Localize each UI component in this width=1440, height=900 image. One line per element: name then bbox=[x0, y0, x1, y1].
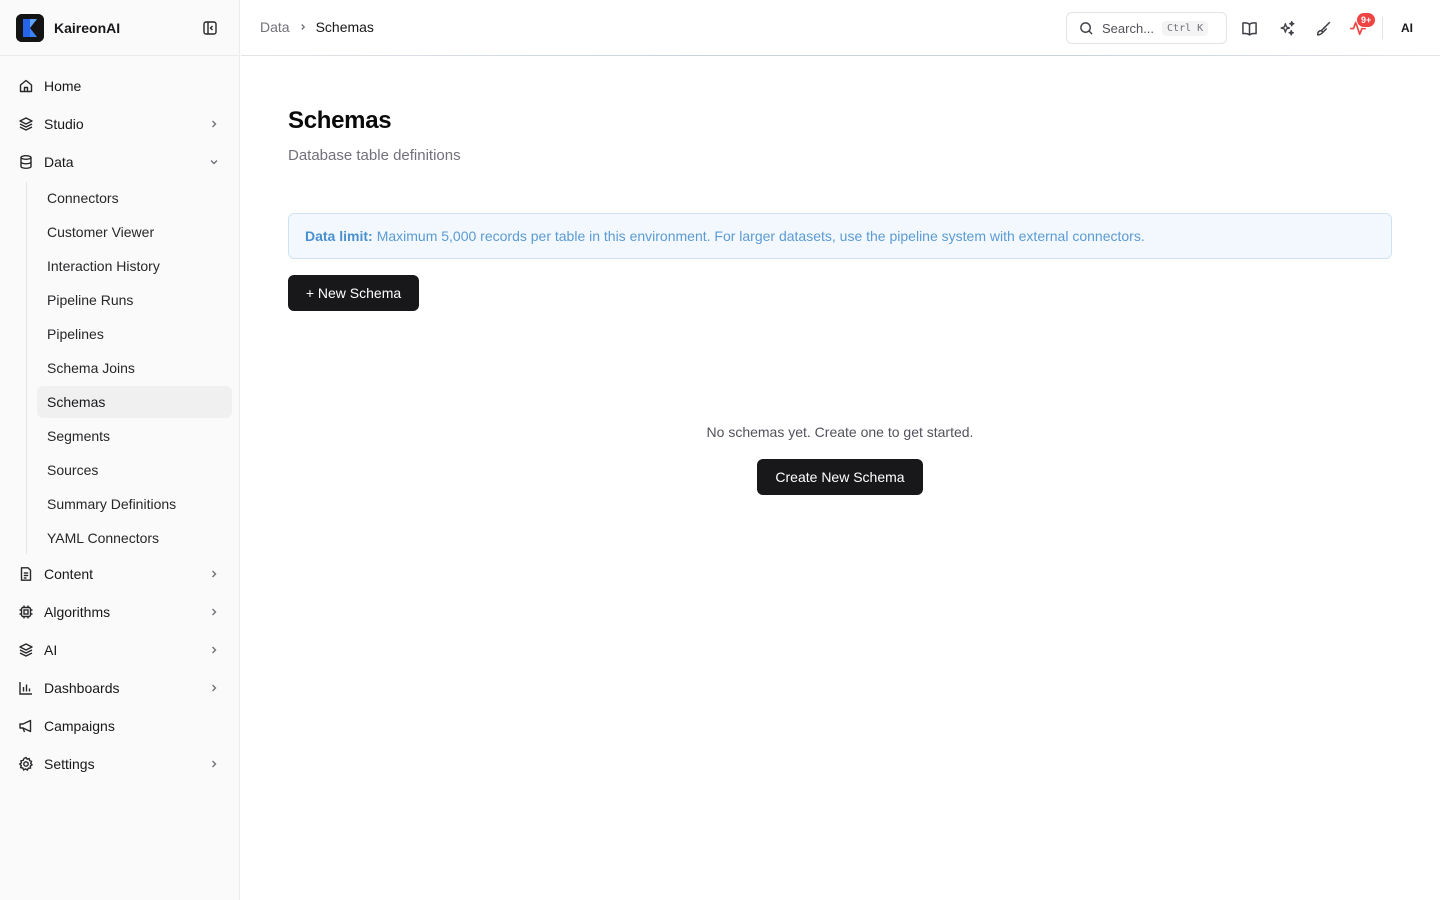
ai-assistant-button[interactable]: AI bbox=[1396, 18, 1418, 38]
breadcrumb-current: Schemas bbox=[315, 19, 374, 35]
chevron-right-icon bbox=[206, 604, 222, 620]
sidebar-item-algorithms[interactable]: Algorithms bbox=[8, 596, 232, 628]
sidebar-item-dashboards[interactable]: Dashboards bbox=[8, 672, 232, 704]
sidebar-item-studio[interactable]: Studio bbox=[8, 108, 232, 140]
new-schema-button[interactable]: + New Schema bbox=[288, 275, 419, 311]
banner-label: Data limit: bbox=[305, 228, 373, 244]
chevron-right-icon bbox=[206, 642, 222, 658]
sidebar-collapse-icon[interactable] bbox=[200, 18, 220, 38]
header-divider bbox=[1382, 17, 1383, 39]
cpu-icon bbox=[18, 604, 34, 620]
notification-count-badge: 9+ bbox=[1356, 12, 1377, 28]
sparkles-icon[interactable] bbox=[1277, 18, 1297, 38]
sidebar-item-ai[interactable]: AI bbox=[8, 634, 232, 666]
sidebar-subitem-pipeline-runs[interactable]: Pipeline Runs bbox=[37, 284, 232, 316]
chevron-right-icon bbox=[206, 680, 222, 696]
sidebar-item-label: Campaigns bbox=[44, 718, 115, 734]
layers-icon bbox=[18, 116, 34, 132]
page-title: Schemas bbox=[288, 107, 392, 134]
sidebar-subitem-customer-viewer[interactable]: Customer Viewer bbox=[37, 216, 232, 248]
home-icon bbox=[18, 78, 34, 94]
sidebar-subitem-summary-definitions[interactable]: Summary Definitions bbox=[37, 488, 232, 520]
chevron-right-icon bbox=[298, 22, 308, 32]
book-open-icon[interactable] bbox=[1239, 18, 1259, 38]
create-new-schema-button[interactable]: Create New Schema bbox=[757, 459, 923, 495]
search-input[interactable]: Search... Ctrl K bbox=[1066, 12, 1227, 44]
file-text-icon bbox=[18, 566, 34, 582]
app-name: KaireonAI bbox=[54, 20, 121, 36]
paintbrush-icon[interactable] bbox=[1313, 18, 1333, 38]
sidebar-item-data[interactable]: Data bbox=[8, 146, 232, 178]
gear-icon bbox=[18, 756, 34, 772]
shortcut-key-ctrl: Ctrl bbox=[1167, 22, 1192, 34]
sidebar-item-home[interactable]: Home bbox=[8, 70, 232, 102]
banner-text: Maximum 5,000 records per table in this … bbox=[376, 228, 1145, 244]
search-icon bbox=[1079, 21, 1094, 36]
keyboard-shortcut-hint: Ctrl K bbox=[1162, 20, 1209, 36]
sidebar-item-label: AI bbox=[44, 642, 58, 658]
database-icon bbox=[18, 154, 34, 170]
page-subtitle: Database table definitions bbox=[288, 147, 461, 164]
sidebar-subitem-schemas[interactable]: Schemas bbox=[37, 386, 232, 418]
chevron-right-icon bbox=[206, 116, 222, 132]
top-header: Data Schemas Search... Ctrl K bbox=[241, 0, 1440, 56]
megaphone-icon bbox=[18, 718, 34, 734]
sidebar-item-label: Algorithms bbox=[44, 604, 111, 620]
chevron-right-icon bbox=[206, 566, 222, 582]
sidebar-item-label: Content bbox=[44, 566, 94, 582]
sidebar-item-label: Studio bbox=[44, 116, 84, 132]
breadcrumb-parent-link[interactable]: Data bbox=[260, 19, 290, 35]
header-accent-line bbox=[241, 55, 1440, 56]
sidebar-subitem-pipelines[interactable]: Pipelines bbox=[37, 318, 232, 350]
bar-chart-icon bbox=[18, 680, 34, 696]
brand[interactable]: KaireonAI bbox=[16, 14, 120, 42]
sidebar-divider bbox=[0, 55, 240, 56]
search-placeholder: Search... bbox=[1102, 20, 1155, 36]
breadcrumb: Data Schemas bbox=[260, 19, 374, 35]
sidebar-subitem-sources[interactable]: Sources bbox=[37, 454, 232, 486]
sidebar-item-label: Settings bbox=[44, 756, 95, 772]
app-logo-icon bbox=[16, 14, 44, 42]
sidebar: KaireonAI Home Studio Data Connectors Cu… bbox=[0, 0, 240, 900]
layers-icon bbox=[18, 642, 34, 658]
sidebar-subitem-connectors[interactable]: Connectors bbox=[37, 182, 232, 214]
empty-state-message: No schemas yet. Create one to get starte… bbox=[0, 424, 1440, 440]
sidebar-item-label: Data bbox=[44, 154, 74, 170]
submenu-guide-line bbox=[26, 182, 27, 554]
sidebar-item-settings[interactable]: Settings bbox=[8, 748, 232, 780]
chevron-down-icon bbox=[206, 154, 222, 170]
sidebar-subitem-interaction-history[interactable]: Interaction History bbox=[37, 250, 232, 282]
sidebar-item-label: Dashboards bbox=[44, 680, 120, 696]
shortcut-key-k: K bbox=[1197, 22, 1204, 34]
sidebar-subitem-schema-joins[interactable]: Schema Joins bbox=[37, 352, 232, 384]
sidebar-item-campaigns[interactable]: Campaigns bbox=[8, 710, 232, 742]
data-limit-banner: Data limit: Maximum 5,000 records per ta… bbox=[288, 213, 1392, 259]
empty-state-text: No schemas yet. Create one to get starte… bbox=[706, 424, 974, 440]
sidebar-item-content[interactable]: Content bbox=[8, 558, 232, 590]
sidebar-item-label: Home bbox=[44, 78, 82, 94]
sidebar-subitem-yaml-connectors[interactable]: YAML Connectors bbox=[37, 522, 232, 554]
chevron-right-icon bbox=[206, 756, 222, 772]
